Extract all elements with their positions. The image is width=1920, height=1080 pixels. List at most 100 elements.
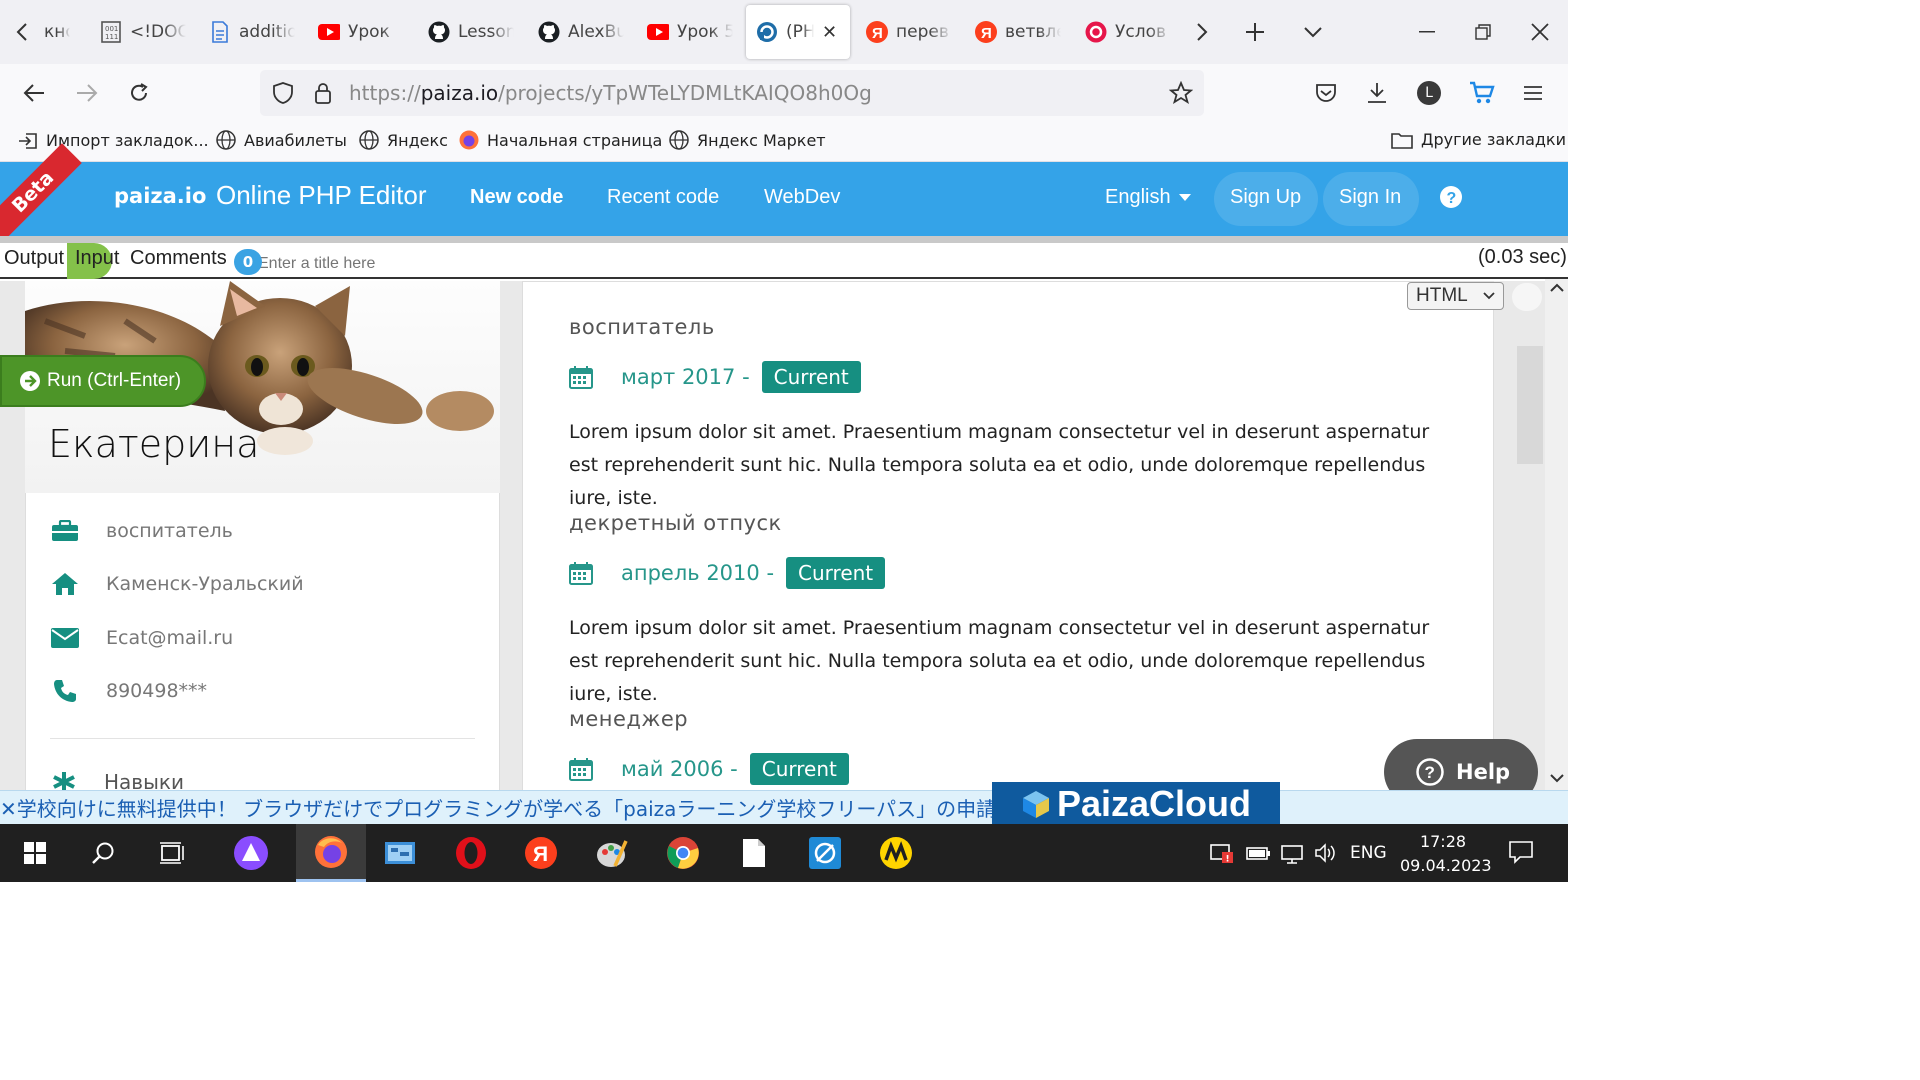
bookmark-yandex[interactable]: Яндекс (359, 130, 448, 150)
paizacloud-logo[interactable]: PaizaCloud (992, 782, 1280, 826)
document-icon (209, 21, 231, 43)
tab-label: ветвле (1005, 22, 1061, 42)
account-avatar[interactable]: L (1413, 77, 1445, 109)
paint-icon[interactable] (577, 824, 647, 882)
browser-tab[interactable]: Услов (1085, 8, 1171, 56)
browser-tab[interactable]: Я перев (866, 8, 952, 56)
nav-recent-code[interactable]: Recent code (607, 186, 719, 209)
nav-webdev[interactable]: WebDev (764, 186, 840, 209)
browser-tab[interactable]: additional (209, 8, 295, 56)
yandex-market-icon[interactable] (861, 824, 931, 882)
bookmark-import[interactable]: Импорт закладок... (18, 130, 209, 150)
current-badge: Current (761, 361, 861, 393)
output-format-select[interactable]: HTML (1407, 282, 1504, 310)
cart-icon[interactable] (1466, 77, 1498, 109)
browser-tab[interactable]: 001111 <!DOCTYPE (100, 8, 186, 56)
browser-tab[interactable]: Урок 5 (647, 8, 733, 56)
browser-tab[interactable]: Урок (318, 8, 404, 56)
downloads-icon[interactable] (1361, 77, 1393, 109)
clock-date: 09.04.2023 (1400, 856, 1492, 875)
output-scrollbar[interactable] (1545, 279, 1568, 791)
browser-tab[interactable]: AlexBu (538, 8, 624, 56)
bookmark-label: Яндекс (387, 130, 448, 150)
bookmark-aviabilety[interactable]: Авиабилеты (216, 130, 347, 150)
bookmark-yandex-market[interactable]: Яндекс Маркет (669, 130, 826, 150)
reload-icon[interactable] (123, 77, 155, 109)
shield-icon[interactable] (267, 77, 299, 109)
nav-new-code[interactable]: New code (470, 186, 563, 209)
menu-hamburger-icon[interactable] (1517, 77, 1549, 109)
tab-comments[interactable]: Comments (130, 247, 227, 270)
code-file-icon: 001 111 (100, 21, 122, 43)
firefox-icon (459, 130, 479, 150)
task-view-icon[interactable] (137, 824, 207, 882)
chrome-icon[interactable] (648, 824, 718, 882)
url-text[interactable]: https://paiza.io/projects/yTpWTeLYDMLtKA… (349, 81, 872, 105)
network-icon[interactable] (1281, 844, 1305, 864)
scroll-up-icon[interactable] (1550, 283, 1564, 293)
close-window-icon[interactable] (1524, 16, 1556, 48)
format-select-value: HTML (1416, 285, 1468, 306)
tab-output[interactable]: Output (4, 247, 64, 270)
calendar-icon (569, 561, 597, 585)
pocket-icon[interactable] (1310, 77, 1342, 109)
current-badge: Current (749, 753, 849, 785)
title-input[interactable] (240, 253, 1140, 275)
run-button[interactable]: Run (Ctrl-Enter) (0, 355, 206, 407)
tab-scroll-left-icon[interactable] (6, 16, 38, 48)
browser-tab[interactable]: Lesson (428, 8, 514, 56)
help-question-icon[interactable]: ? (1440, 186, 1462, 208)
close-tab-icon[interactable]: ✕ (822, 22, 837, 43)
control-panel-icon[interactable] (365, 824, 435, 882)
list-tabs-chevron-icon[interactable] (1297, 16, 1329, 48)
splitter-bar[interactable] (0, 236, 1568, 243)
browser-tab[interactable]: Я ветвле (975, 8, 1061, 56)
comment-count-badge: 0 (234, 249, 262, 275)
youtube-icon (318, 21, 340, 43)
other-bookmarks[interactable]: Другие закладки (1391, 130, 1566, 149)
sign-in-button[interactable]: Sign In (1339, 186, 1401, 209)
volume-icon[interactable] (1314, 843, 1338, 863)
ad-text: 学校向けに無料提供中！ ブラウザだけでプログラミングが学べる「paizaラーニン… (16, 797, 992, 821)
scroll-down-icon[interactable] (1550, 773, 1564, 783)
yandex-browser-icon[interactable]: Я (506, 824, 576, 882)
close-ad-icon[interactable]: ✕ (0, 797, 17, 821)
wrap-toggle-icon[interactable] (1512, 283, 1542, 311)
tab-label: <!DOCTYPE (130, 22, 186, 42)
search-icon[interactable] (68, 824, 138, 882)
security-alert-icon[interactable]: ! (1210, 842, 1234, 864)
paiza-logo[interactable]: paiza.io (114, 184, 206, 208)
inner-scroll-thumb[interactable] (1517, 346, 1543, 464)
snipping-tool-icon[interactable] (790, 824, 860, 882)
ad-link[interactable]: ✕学校向けに無料提供中！ ブラウザだけでプログラミングが学べる「paizaラーニ… (0, 793, 992, 822)
tab-input[interactable]: Input (75, 247, 119, 270)
language-dropdown[interactable]: English (1105, 186, 1191, 209)
tab-scroll-right-icon[interactable] (1186, 16, 1218, 48)
battery-icon[interactable] (1246, 844, 1272, 862)
bookmark-label: Авиабилеты (244, 130, 347, 150)
browser-tab[interactable]: кнор (44, 8, 70, 56)
forward-arrow-icon[interactable] (71, 77, 103, 109)
alice-icon[interactable] (216, 824, 286, 882)
firefox-icon[interactable] (296, 824, 366, 882)
new-tab-icon[interactable] (1239, 16, 1271, 48)
file-icon[interactable] (719, 824, 789, 882)
github-icon (538, 21, 560, 43)
info-text: 890498*** (106, 680, 208, 702)
browser-tab-active[interactable]: (PH ✕ (746, 5, 850, 59)
bookmark-start-page[interactable]: Начальная страница (459, 130, 662, 150)
clock[interactable]: 17:28 09.04.2023 (1400, 830, 1492, 878)
opera-icon[interactable] (436, 824, 506, 882)
current-badge: Current (786, 557, 886, 589)
restore-icon[interactable] (1467, 16, 1499, 48)
bookmark-star-icon[interactable] (1165, 77, 1197, 109)
sign-up-button[interactable]: Sign Up (1230, 186, 1301, 209)
job-description: Lorem ipsum dolor sit amet. Praesentium … (569, 421, 1430, 509)
notifications-icon[interactable] (1508, 840, 1534, 864)
back-arrow-icon[interactable] (18, 77, 50, 109)
envelope-icon (50, 625, 80, 651)
input-language[interactable]: ENG (1350, 843, 1387, 863)
minimize-icon[interactable] (1411, 16, 1443, 48)
lock-icon[interactable] (307, 77, 339, 109)
start-icon[interactable] (0, 824, 70, 882)
